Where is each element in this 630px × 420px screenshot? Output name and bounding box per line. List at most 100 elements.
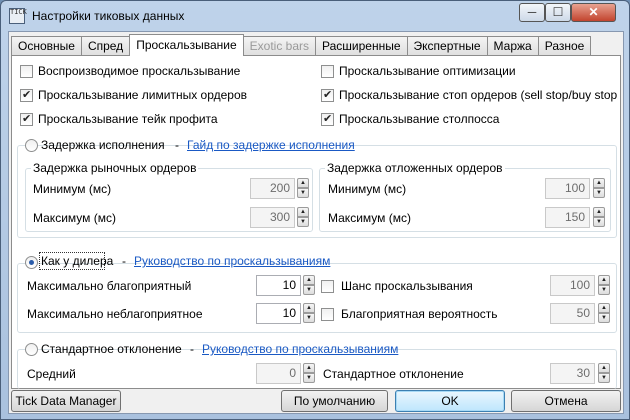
exec-delay-radio[interactable] [25, 139, 38, 152]
pending-min-label: Минимум (мс) [328, 182, 407, 196]
stddev-dash: - [190, 342, 194, 356]
favorable-probability-label: Благоприятная вероятность [341, 307, 498, 321]
spin-down-icon[interactable]: ▼ [303, 373, 315, 383]
favorable-probability-input[interactable]: 50 [550, 303, 595, 324]
market-min-input[interactable]: 200 [250, 178, 295, 199]
pending-delay-title: Задержка отложенных ордеров [325, 161, 505, 175]
market-max-spinner[interactable]: ▲ ▼ [297, 207, 309, 228]
dialog-body: Основные Спред Проскальзывание Exotic ba… [8, 31, 624, 414]
take-profit-slippage-label: Проскальзывание тейк профита [38, 112, 218, 126]
max-unfavorable-spinner[interactable]: ▲ ▼ [303, 303, 315, 324]
optimization-slippage-label: Проскальзывание оптимизации [339, 64, 516, 78]
tab-advanced[interactable]: Расширенные [315, 36, 408, 56]
minimize-button[interactable]: ─ [519, 3, 545, 22]
pending-max-spinner[interactable]: ▲ ▼ [593, 207, 605, 228]
optimization-slippage-checkbox[interactable] [321, 65, 334, 78]
slippage-chance-input[interactable]: 100 [550, 275, 595, 296]
spin-down-icon[interactable]: ▼ [303, 313, 315, 323]
spin-up-icon[interactable]: ▲ [303, 303, 315, 313]
market-max-input[interactable]: 300 [250, 207, 295, 228]
spin-up-icon[interactable]: ▲ [303, 363, 315, 373]
max-unfavorable-label: Максимально неблагоприятное [27, 307, 203, 321]
tab-spread[interactable]: Спред [80, 36, 131, 56]
spin-down-icon[interactable]: ▼ [303, 285, 315, 295]
limit-orders-slippage-label: Проскальзывание лимитных ордеров [38, 88, 248, 102]
spin-up-icon[interactable]: ▲ [598, 275, 610, 285]
spin-up-icon[interactable]: ▲ [297, 178, 309, 188]
spin-up-icon[interactable]: ▲ [593, 207, 605, 217]
dealer-guide-link[interactable]: Руководство по проскальзываниям [134, 254, 330, 268]
tick-data-manager-button[interactable]: Tick Data Manager [11, 390, 121, 412]
mean-input[interactable]: 0 [256, 363, 301, 384]
stop-orders-slippage-label: Проскальзывание стоп ордеров (sell stop/… [339, 88, 618, 102]
reproducible-slippage-label: Воспроизводимое проскальзывание [38, 64, 241, 78]
dealer-radio[interactable] [25, 256, 38, 269]
window-title: Настройки тиковых данных [32, 9, 185, 23]
market-max-label: Максимум (мс) [33, 211, 116, 225]
tab-general[interactable]: Основные [11, 36, 82, 56]
title-bar[interactable]: TICK Настройки тиковых данных ─ ☐ ✕ [1, 1, 629, 31]
tab-slippage[interactable]: Проскальзывание [129, 34, 244, 56]
spin-up-icon[interactable]: ▲ [598, 303, 610, 313]
take-profit-slippage-checkbox[interactable] [20, 112, 33, 126]
pending-min-spinner[interactable]: ▲ ▼ [593, 178, 605, 199]
spin-down-icon[interactable]: ▼ [593, 217, 605, 227]
spin-down-icon[interactable]: ▼ [297, 217, 309, 227]
spin-down-icon[interactable]: ▼ [598, 285, 610, 295]
tab-expert[interactable]: Экспертные [406, 36, 488, 56]
std-deviation-spinner[interactable]: ▲ ▼ [598, 363, 610, 384]
dealer-dash: - [122, 254, 126, 268]
favorable-probability-spinner[interactable]: ▲ ▼ [598, 303, 610, 324]
stddev-radio[interactable] [25, 343, 38, 356]
tab-exotic-bars: Exotic bars [242, 36, 317, 56]
market-delay-title: Задержка рыночных ордеров [31, 161, 199, 175]
slippage-chance-label: Шанс проскальзывания [341, 279, 473, 293]
maximize-button[interactable]: ☐ [545, 3, 571, 22]
max-favorable-label: Максимально благоприятный [27, 279, 192, 293]
tab-margin[interactable]: Маржа [486, 36, 539, 56]
exec-delay-label: Задержка исполнения [41, 138, 165, 152]
std-deviation-label: Стандартное отклонение [323, 367, 464, 381]
limit-orders-slippage-checkbox[interactable] [20, 88, 33, 102]
mean-label: Средний [27, 367, 76, 381]
dealer-label: Как у дилера [41, 254, 114, 268]
exec-delay-guide-link[interactable]: Гайд по задержке исполнения [187, 138, 355, 152]
slippage-panel: Воспроизводимое проскальзывание Проскаль… [11, 55, 621, 389]
market-min-label: Минимум (мс) [33, 182, 112, 196]
dealer-group [17, 263, 617, 333]
stddev-label: Стандартное отклонение [41, 342, 182, 356]
pending-max-input[interactable]: 150 [545, 207, 590, 228]
mean-spinner[interactable]: ▲ ▼ [303, 363, 315, 384]
stop-loss-slippage-checkbox[interactable] [321, 112, 334, 126]
defaults-button[interactable]: По умолчанию [281, 390, 388, 412]
favorable-probability-checkbox[interactable] [321, 308, 334, 321]
tab-strip: Основные Спред Проскальзывание Exotic ba… [11, 34, 592, 56]
max-favorable-input[interactable]: 10 [256, 275, 301, 296]
spin-up-icon[interactable]: ▲ [593, 178, 605, 188]
exec-delay-dash: - [175, 138, 179, 152]
tab-misc[interactable]: Разное [537, 36, 592, 56]
stop-orders-slippage-checkbox[interactable] [321, 88, 334, 102]
slippage-chance-checkbox[interactable] [321, 280, 334, 293]
max-unfavorable-input[interactable]: 10 [256, 303, 301, 324]
slippage-chance-spinner[interactable]: ▲ ▼ [598, 275, 610, 296]
spin-up-icon[interactable]: ▲ [598, 363, 610, 373]
pending-min-input[interactable]: 100 [545, 178, 590, 199]
spin-down-icon[interactable]: ▼ [297, 188, 309, 198]
stddev-guide-link[interactable]: Руководство по проскальзываниям [202, 342, 398, 356]
stop-loss-slippage-label: Проскальзывание столпосса [339, 112, 500, 126]
close-button[interactable]: ✕ [571, 3, 616, 22]
spin-up-icon[interactable]: ▲ [297, 207, 309, 217]
max-favorable-spinner[interactable]: ▲ ▼ [303, 275, 315, 296]
std-deviation-input[interactable]: 30 [550, 363, 595, 384]
spin-up-icon[interactable]: ▲ [303, 275, 315, 285]
cancel-button[interactable]: Отмена [511, 390, 621, 412]
settings-window: TICK Настройки тиковых данных ─ ☐ ✕ Осно… [0, 0, 630, 420]
ok-button[interactable]: OK [395, 390, 505, 412]
market-min-spinner[interactable]: ▲ ▼ [297, 178, 309, 199]
reproducible-slippage-checkbox[interactable] [20, 65, 33, 78]
app-icon: TICK [9, 8, 27, 24]
spin-down-icon[interactable]: ▼ [598, 313, 610, 323]
spin-down-icon[interactable]: ▼ [598, 373, 610, 383]
spin-down-icon[interactable]: ▼ [593, 188, 605, 198]
